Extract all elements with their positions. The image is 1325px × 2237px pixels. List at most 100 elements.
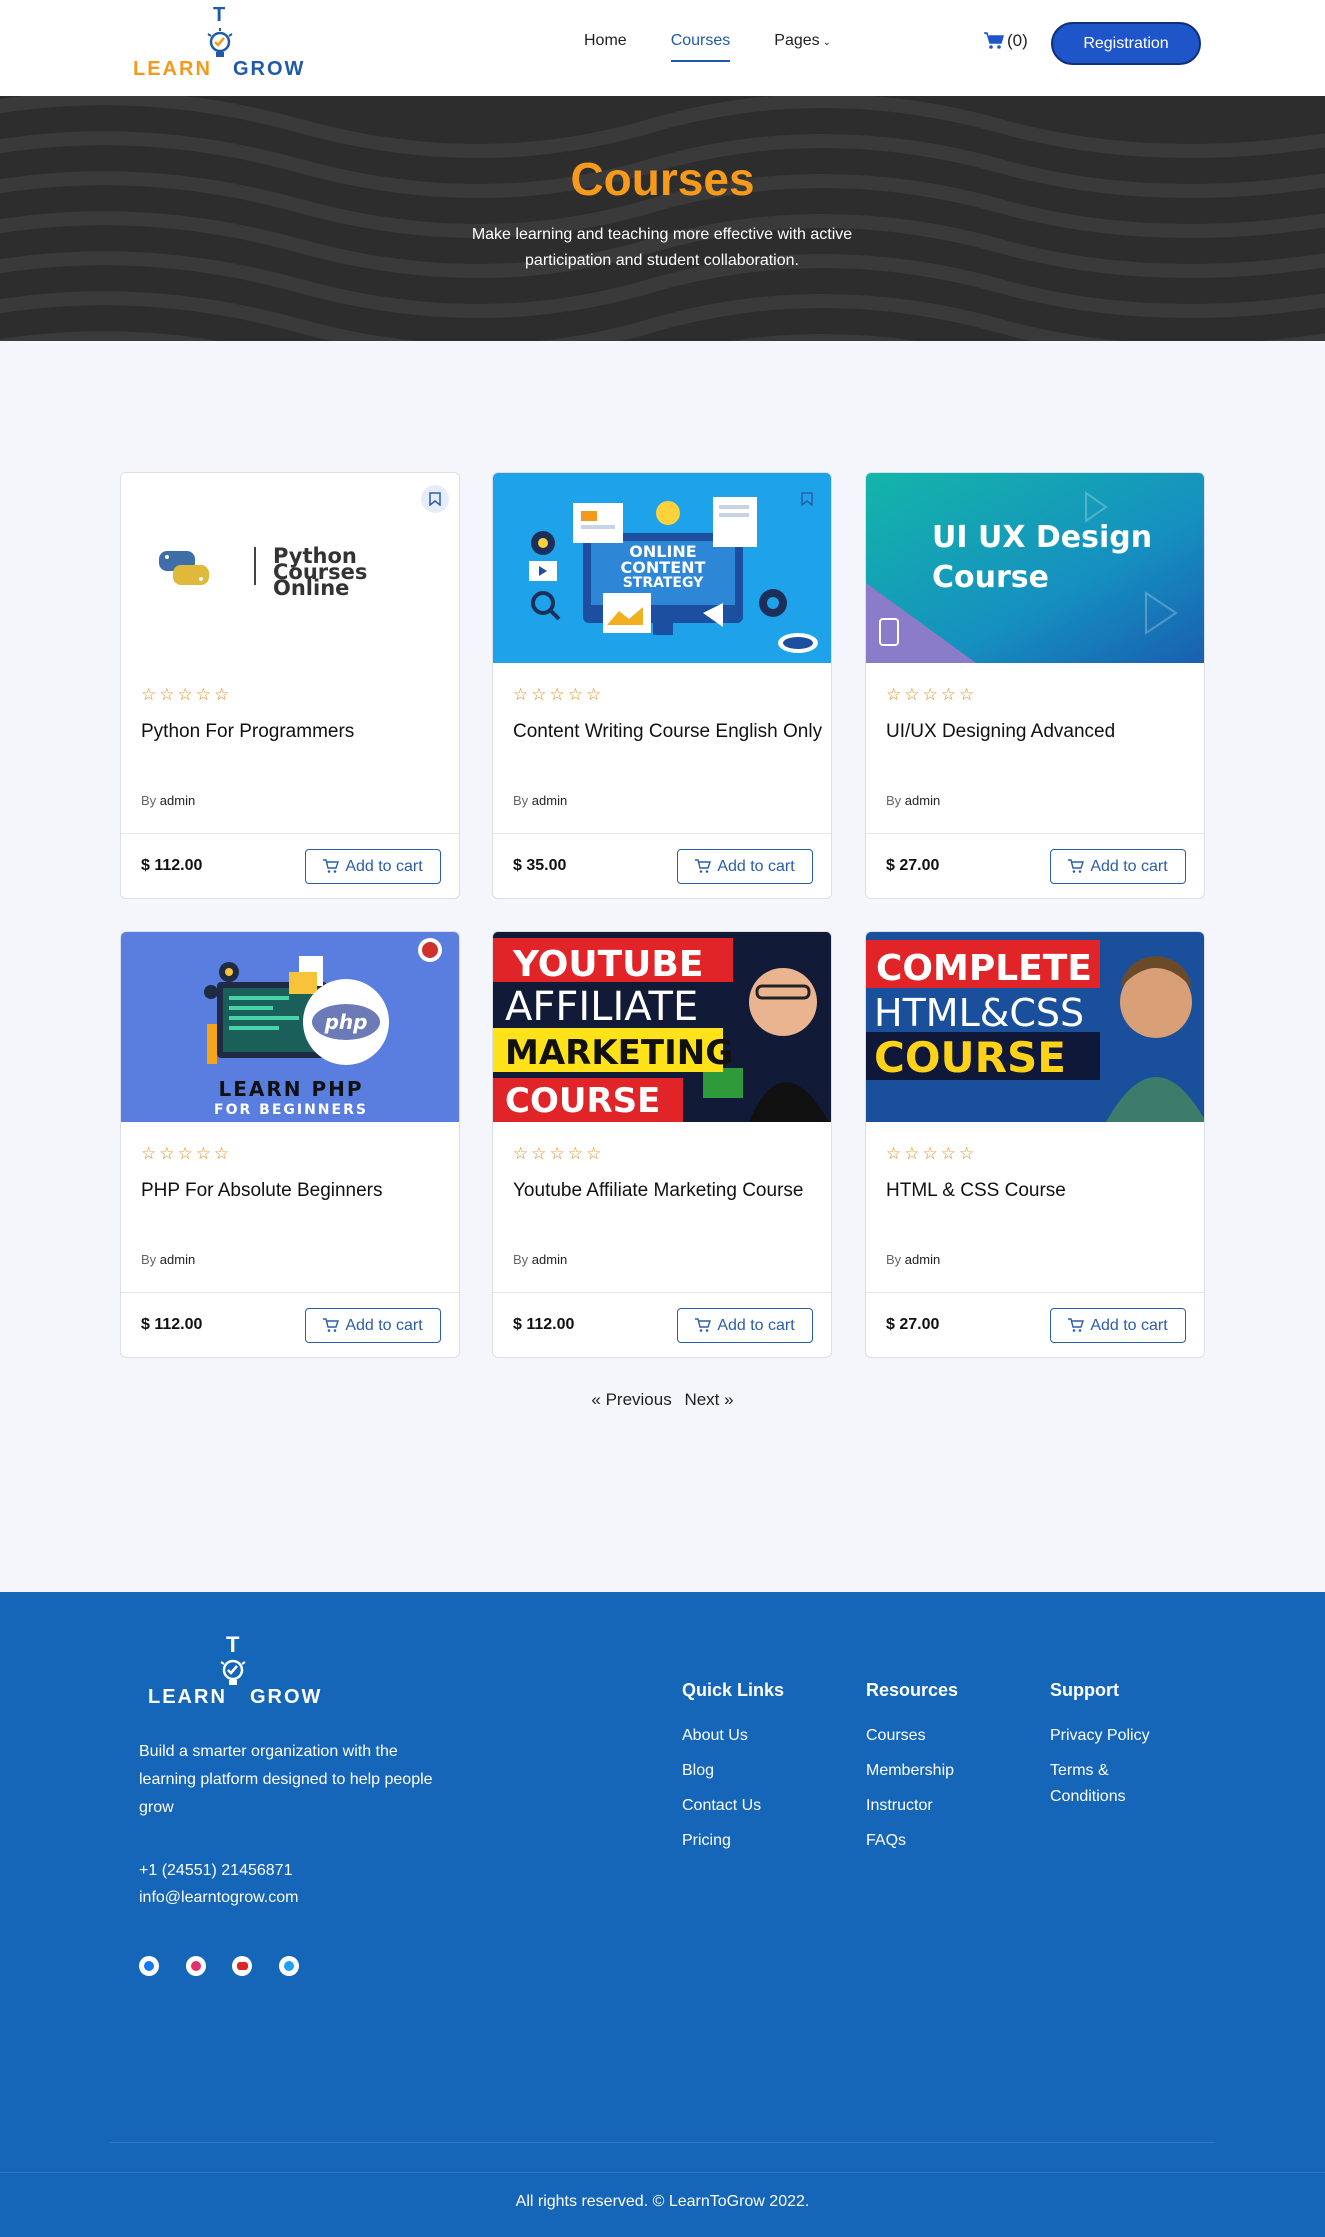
- footer-email[interactable]: info@learntogrow.com: [139, 1889, 298, 1907]
- footer-column-title: Quick Links: [682, 1680, 785, 1700]
- site-header: T LEARN GROW Home Courses Pages ⌄ (0) Reg…: [0, 0, 1325, 96]
- footer-link-privacy[interactable]: Privacy Policy: [1050, 1723, 1180, 1749]
- rating-stars: ☆☆☆☆☆: [513, 685, 605, 704]
- add-to-cart-label: Add to cart: [717, 1316, 795, 1334]
- course-title[interactable]: PHP For Absolute Beginners: [141, 1176, 451, 1206]
- hero-banner: Courses Make learning and teaching more …: [0, 96, 1325, 341]
- author-name[interactable]: admin: [905, 793, 940, 808]
- card-divider: [493, 833, 831, 834]
- image-text-for-beginners: FOR BEGINNERS: [214, 1102, 368, 1118]
- rating-stars: ☆☆☆☆☆: [141, 685, 233, 704]
- cart-icon: [1068, 859, 1085, 873]
- course-author: By admin: [886, 1252, 940, 1267]
- card-divider: [866, 1292, 1204, 1293]
- course-thumbnail[interactable]: YOUTUBE AFFILIATE MARKETING COURSE: [493, 932, 831, 1122]
- course-price: $ 112.00: [141, 1316, 203, 1333]
- image-text-strategy: STRATEGY: [623, 575, 704, 591]
- author-name[interactable]: admin: [532, 1252, 567, 1267]
- footer-logo[interactable]: T LEARN GROW: [148, 1632, 328, 1722]
- add-to-cart-button[interactable]: Add to cart: [305, 1308, 441, 1343]
- add-to-cart-label: Add to cart: [345, 1316, 423, 1334]
- logo-learn-text: LEARN: [148, 1686, 227, 1708]
- course-title[interactable]: HTML & CSS Course: [886, 1176, 1196, 1206]
- image-text-marketing: MARKETING: [505, 1033, 733, 1073]
- next-page-link[interactable]: Next »: [684, 1390, 733, 1409]
- course-thumbnail[interactable]: php LEARN PHP FOR BEGINNERS: [121, 932, 459, 1122]
- footer-link-terms[interactable]: Terms & Conditions: [1050, 1758, 1180, 1810]
- card-divider: [866, 833, 1204, 834]
- nav-home[interactable]: Home: [584, 32, 627, 62]
- course-title[interactable]: UI/UX Designing Advanced: [886, 717, 1196, 747]
- author-name[interactable]: admin: [532, 793, 567, 808]
- course-title[interactable]: Youtube Affiliate Marketing Course: [513, 1176, 823, 1206]
- footer-column-title: Support: [1050, 1680, 1119, 1700]
- author-prefix: By: [513, 793, 529, 808]
- author-name[interactable]: admin: [160, 793, 195, 808]
- footer-link-about[interactable]: About Us: [682, 1723, 784, 1749]
- add-to-cart-button[interactable]: Add to cart: [1050, 849, 1186, 884]
- card-divider: [121, 1292, 459, 1293]
- cart-icon: [323, 1318, 340, 1332]
- ui-ux-design-image: UI UX Design Course: [866, 473, 1204, 663]
- footer-link-membership[interactable]: Membership: [866, 1758, 958, 1784]
- facebook-icon[interactable]: [139, 1956, 159, 1976]
- previous-page-link[interactable]: « Previous: [591, 1390, 671, 1409]
- course-author: By admin: [886, 793, 940, 808]
- image-text-learn-php: LEARN PHP: [218, 1077, 363, 1101]
- site-footer: T LEARN GROW Build a smarter organizatio…: [0, 1592, 1325, 2237]
- course-card: Python Courses Online ☆☆☆☆☆ Python For P…: [120, 472, 460, 899]
- add-to-cart-label: Add to cart: [345, 857, 423, 875]
- site-logo[interactable]: T LEARN GROW: [133, 4, 313, 86]
- registration-button[interactable]: Registration: [1051, 22, 1201, 65]
- course-card: COMPLETE HTML&CSS COURSE ☆☆☆☆☆ HTML & CS…: [865, 931, 1205, 1358]
- logo-learn-text: LEARN: [133, 58, 212, 80]
- bookmark-button[interactable]: [421, 485, 449, 513]
- course-thumbnail[interactable]: ONLINE CONTENT STRATEGY: [493, 473, 831, 663]
- cart-icon: [323, 859, 340, 873]
- bookmark-button[interactable]: [793, 485, 821, 513]
- nav-courses[interactable]: Courses: [670, 32, 730, 62]
- logo-letter-t: T: [226, 1632, 240, 1657]
- footer-link-blog[interactable]: Blog: [682, 1758, 784, 1784]
- cart-link[interactable]: (0): [984, 31, 1028, 51]
- image-text-youtube: YOUTUBE: [512, 944, 703, 985]
- main-nav: Home Courses Pages ⌄: [584, 32, 875, 62]
- image-text-online: Online: [273, 576, 349, 600]
- footer-link-pricing[interactable]: Pricing: [682, 1828, 784, 1854]
- add-to-cart-label: Add to cart: [1090, 1316, 1168, 1334]
- add-to-cart-button[interactable]: Add to cart: [305, 849, 441, 884]
- footer-link-courses[interactable]: Courses: [866, 1723, 958, 1749]
- footer-link-faqs[interactable]: FAQs: [866, 1828, 958, 1854]
- author-name[interactable]: admin: [905, 1252, 940, 1267]
- course-title[interactable]: Python For Programmers: [141, 717, 451, 747]
- footer-column-title: Resources: [866, 1680, 959, 1700]
- course-thumbnail[interactable]: Python Courses Online: [121, 473, 459, 663]
- cart-icon: [695, 859, 712, 873]
- rating-stars: ☆☆☆☆☆: [513, 1144, 605, 1163]
- course-title[interactable]: Content Writing Course English Only: [513, 717, 823, 747]
- add-to-cart-button[interactable]: Add to cart: [677, 849, 813, 884]
- nav-pages[interactable]: Pages ⌄: [774, 32, 831, 62]
- footer-divider: [110, 2142, 1215, 2143]
- author-name[interactable]: admin: [160, 1252, 195, 1267]
- content-strategy-image: ONLINE CONTENT STRATEGY: [529, 497, 818, 653]
- course-thumbnail[interactable]: COMPLETE HTML&CSS COURSE: [866, 932, 1204, 1122]
- youtube-icon[interactable]: [232, 1956, 252, 1976]
- course-price: $ 27.00: [886, 1316, 940, 1333]
- add-to-cart-button[interactable]: Add to cart: [1050, 1308, 1186, 1343]
- course-thumbnail[interactable]: UI UX Design Course: [866, 473, 1204, 663]
- course-card: UI UX Design Course ☆☆☆☆☆ UI/UX Designin…: [865, 472, 1205, 899]
- add-to-cart-button[interactable]: Add to cart: [677, 1308, 813, 1343]
- instagram-icon[interactable]: [186, 1956, 206, 1976]
- twitter-icon[interactable]: [279, 1956, 299, 1976]
- footer-link-instructor[interactable]: Instructor: [866, 1793, 958, 1819]
- course-author: By admin: [513, 793, 567, 808]
- page-subtitle: Make learning and teaching more effectiv…: [471, 226, 853, 269]
- course-card: ONLINE CONTENT STRATEGY ☆☆☆☆☆ Content Wr…: [492, 472, 832, 899]
- footer-link-contact[interactable]: Contact Us: [682, 1793, 784, 1819]
- python-logo-image: Python Courses Online: [159, 544, 367, 600]
- course-price: $ 112.00: [513, 1316, 575, 1333]
- course-card: YOUTUBE AFFILIATE MARKETING COURSE ☆☆☆☆☆…: [492, 931, 832, 1358]
- html-css-course-image: COMPLETE HTML&CSS COURSE: [866, 932, 1204, 1122]
- footer-phone[interactable]: +1 (24551) 21456871: [139, 1862, 292, 1880]
